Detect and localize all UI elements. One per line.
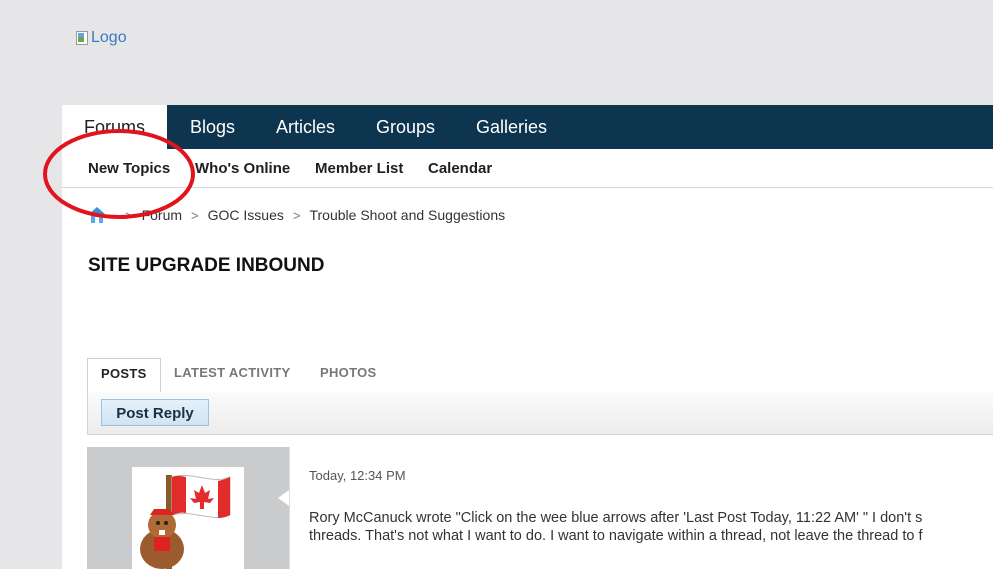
nav-tab-groups[interactable]: Groups xyxy=(376,105,435,149)
post-text-line: threads. That's not what I want to do. I… xyxy=(309,528,923,544)
logo-alt-text: Logo xyxy=(91,29,127,46)
red-circle-annotation xyxy=(43,129,195,219)
content-tabs: POSTS LATEST ACTIVITY PHOTOS xyxy=(87,358,993,393)
beaver-flag-avatar-icon xyxy=(140,475,231,569)
post-toolbar: Post Reply xyxy=(87,392,993,435)
post-text-line: Rory McCanuck wrote "Click on the wee bl… xyxy=(309,510,923,526)
breadcrumb-trouble-shoot[interactable]: Trouble Shoot and Suggestions xyxy=(309,207,505,223)
nav-tab-galleries[interactable]: Galleries xyxy=(476,105,547,149)
page-title: SITE UPGRADE INBOUND xyxy=(88,255,325,276)
tab-photos[interactable]: PHOTOS xyxy=(320,358,376,391)
post-reply-button[interactable]: Post Reply xyxy=(101,399,209,426)
nav-tab-articles[interactable]: Articles xyxy=(276,105,335,149)
main-navbar: Forums Blogs Articles Groups Galleries xyxy=(62,105,993,149)
post-body: Today, 12:34 PM Rory McCanuck wrote "Cli… xyxy=(289,447,993,569)
post-container: Today, 12:34 PM Rory McCanuck wrote "Cli… xyxy=(87,447,993,569)
tab-latest-activity[interactable]: LATEST ACTIVITY xyxy=(174,358,290,391)
main-panel: Forums Blogs Articles Groups Galleries N… xyxy=(62,105,993,569)
post-user-sidebar xyxy=(87,447,289,569)
nav-tab-blogs[interactable]: Blogs xyxy=(190,105,235,149)
sub-navbar: New Topics Who's Online Member List Cale… xyxy=(62,149,993,188)
subnav-member-list[interactable]: Member List xyxy=(315,160,403,177)
post-pointer xyxy=(278,490,289,506)
breadcrumb-goc-issues[interactable]: GOC Issues xyxy=(208,207,284,223)
logo-link[interactable]: Logo xyxy=(75,29,127,47)
avatar[interactable] xyxy=(132,467,244,569)
subnav-whos-online[interactable]: Who's Online xyxy=(195,160,290,177)
broken-image-icon xyxy=(75,30,89,46)
breadcrumb-separator: > xyxy=(292,207,301,223)
subnav-calendar[interactable]: Calendar xyxy=(428,160,492,177)
tab-posts[interactable]: POSTS xyxy=(87,358,161,393)
post-date: Today, 12:34 PM xyxy=(309,468,406,483)
post-text: Rory McCanuck wrote "Click on the wee bl… xyxy=(309,509,923,545)
